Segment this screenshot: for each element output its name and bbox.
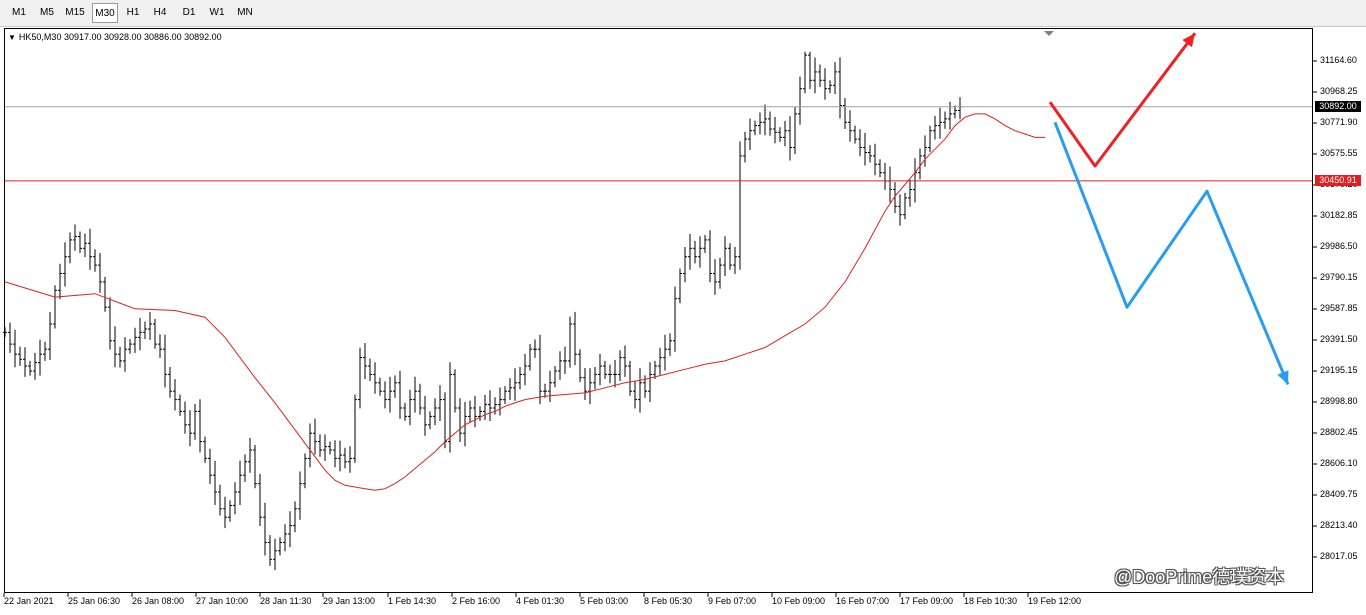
x-tick-label: 4 Feb 01:30 bbox=[516, 596, 565, 606]
x-tick-label: 10 Feb 09:00 bbox=[772, 596, 826, 606]
y-tick-label: 28606.10 bbox=[1320, 458, 1358, 468]
symbol-name: HK50,M30 bbox=[18, 32, 62, 42]
x-tick-label: 5 Feb 03:00 bbox=[580, 596, 629, 606]
x-tick-label: 16 Feb 07:00 bbox=[836, 596, 890, 606]
ohlc-values: 30917.00 30928.00 30886.00 30892.00 bbox=[63, 32, 222, 42]
y-tick-label: 30968.25 bbox=[1320, 86, 1358, 96]
x-tick-label: 28 Jan 11:30 bbox=[260, 596, 312, 606]
projection-arrow-down bbox=[1053, 121, 1290, 386]
y-tick-label: 28409.75 bbox=[1320, 489, 1358, 499]
x-tick-label: 25 Jan 06:30 bbox=[68, 596, 121, 606]
chart-shift-marker bbox=[1044, 31, 1054, 36]
y-tick-label: 29391.50 bbox=[1320, 334, 1358, 344]
y-tick-label: 29986.50 bbox=[1320, 241, 1358, 251]
symbol-info: ▼ HK50,M30 30917.00 30928.00 30886.00 308… bbox=[8, 32, 222, 42]
y-tick-label: 31164.60 bbox=[1320, 55, 1357, 65]
x-tick-label: 18 Feb 10:30 bbox=[964, 596, 1018, 606]
y-tick-label: 30771.90 bbox=[1320, 117, 1358, 127]
projection-arrow-up bbox=[1048, 32, 1197, 168]
moving-average-line bbox=[4, 113, 1045, 491]
y-tick-label: 29195.15 bbox=[1320, 365, 1358, 375]
current-price-label: 30892.00 bbox=[1315, 101, 1361, 112]
x-tick-label: 9 Feb 07:00 bbox=[708, 596, 757, 606]
symbol-menu-icon[interactable]: ▼ bbox=[8, 33, 16, 42]
x-tick-label: 26 Jan 08:00 bbox=[132, 596, 185, 606]
level-price-label: 30450.91 bbox=[1315, 175, 1361, 186]
y-tick-label: 28017.05 bbox=[1320, 551, 1358, 561]
y-tick-label: 28998.80 bbox=[1320, 396, 1358, 406]
watermark: @DooPrime德璞资本 bbox=[1114, 567, 1285, 587]
x-tick-label: 2 Feb 16:00 bbox=[452, 596, 501, 606]
x-tick-label: 19 Feb 12:00 bbox=[1028, 596, 1082, 606]
x-tick-label: 27 Jan 10:00 bbox=[196, 596, 249, 606]
y-tick-label: 29790.15 bbox=[1320, 272, 1358, 282]
x-tick-label: 1 Feb 14:30 bbox=[388, 596, 437, 606]
chart-svg bbox=[3, 31, 1317, 597]
y-tick-label: 30575.55 bbox=[1320, 148, 1358, 158]
x-tick-label: 29 Jan 13:00 bbox=[323, 596, 376, 606]
y-tick-label: 30182.85 bbox=[1320, 210, 1358, 220]
y-tick-label: 29587.85 bbox=[1320, 303, 1358, 313]
x-tick-label: 8 Feb 05:30 bbox=[644, 596, 693, 606]
y-tick-label: 28213.40 bbox=[1320, 520, 1358, 530]
y-tick-label: 28802.45 bbox=[1320, 427, 1358, 437]
x-tick-label: 17 Feb 09:00 bbox=[900, 596, 954, 606]
x-tick-label: 22 Jan 2021 bbox=[4, 596, 54, 606]
